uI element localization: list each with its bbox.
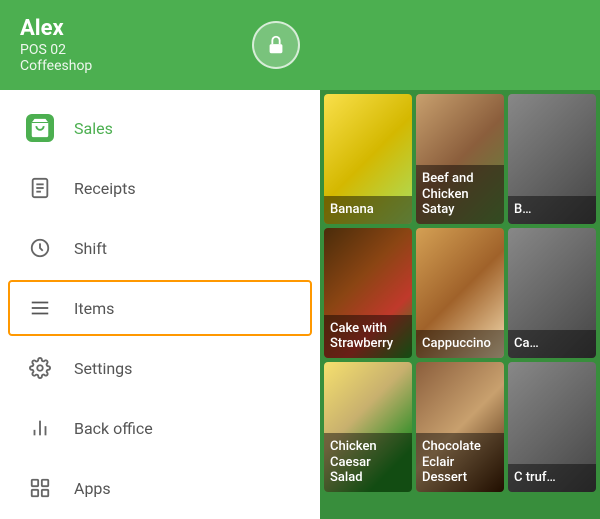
sidebar-header: Alex POS 02 Coffeeshop — [0, 0, 320, 90]
pos-id: POS 02 — [20, 42, 92, 58]
sidebar-user-info: Alex POS 02 Coffeeshop — [20, 16, 92, 74]
username: Alex — [20, 16, 92, 42]
shift-icon — [26, 234, 54, 262]
receipts-label: Receipts — [74, 179, 136, 198]
grid-item-truf[interactable]: C truf… — [508, 362, 596, 492]
items-icon — [26, 294, 54, 322]
sidebar-item-sales[interactable]: Sales — [0, 98, 320, 158]
settings-icon — [26, 354, 54, 382]
grid-item-label-ca: Ca… — [508, 330, 596, 358]
grid-item-beef-chicken-satay[interactable]: Beef and Chicken Satay — [416, 94, 504, 224]
location: Coffeeshop — [20, 58, 92, 74]
grid-item-cake-strawberry[interactable]: Cake with Strawberry — [324, 228, 412, 358]
items-label: Items — [74, 299, 114, 318]
sidebar-nav: Sales Receipts Shift — [0, 90, 320, 519]
sidebar-item-apps[interactable]: Apps — [0, 458, 320, 518]
sidebar: Alex POS 02 Coffeeshop Sales — [0, 0, 320, 519]
sidebar-item-receipts[interactable]: Receipts — [0, 158, 320, 218]
sales-icon — [26, 114, 54, 142]
grid-item-label-eclair: Chocolate Eclair Dessert — [416, 433, 504, 492]
grid-item-extra-top[interactable]: B… — [508, 94, 596, 224]
grid-item-label-banana: Banana — [324, 196, 412, 224]
sidebar-item-settings[interactable]: Settings — [0, 338, 320, 398]
main-content: Banana Beef and Chicken Satay B… Cake wi… — [320, 0, 600, 519]
top-bar — [320, 0, 600, 90]
apps-label: Apps — [74, 479, 111, 498]
grid-item-chocolate-eclair[interactable]: Chocolate Eclair Dessert — [416, 362, 504, 492]
grid-item-label-truf: C truf… — [508, 464, 596, 492]
grid-item-label-extra-top: B… — [508, 196, 596, 224]
sidebar-item-back-office[interactable]: Back office — [0, 398, 320, 458]
back-office-icon — [26, 414, 54, 442]
back-office-label: Back office — [74, 419, 153, 438]
grid-item-cappuccino[interactable]: Cappuccino — [416, 228, 504, 358]
grid-item-chicken-caesar[interactable]: Chicken Caesar Salad — [324, 362, 412, 492]
grid-item-banana[interactable]: Banana — [324, 94, 412, 224]
lock-button[interactable] — [252, 21, 300, 69]
grid-item-label-satay: Beef and Chicken Satay — [416, 165, 504, 224]
sales-label: Sales — [74, 119, 113, 138]
grid-item-label-cake: Cake with Strawberry — [324, 315, 412, 358]
settings-label: Settings — [74, 359, 132, 378]
grid-item-label-chicken: Chicken Caesar Salad — [324, 433, 412, 492]
food-grid: Banana Beef and Chicken Satay B… Cake wi… — [320, 90, 600, 496]
apps-icon — [26, 474, 54, 502]
grid-item-label-cappuccino: Cappuccino — [416, 330, 504, 358]
receipts-icon — [26, 174, 54, 202]
sidebar-item-items[interactable]: Items — [8, 280, 312, 336]
grid-item-ca[interactable]: Ca… — [508, 228, 596, 358]
sidebar-item-shift[interactable]: Shift — [0, 218, 320, 278]
shift-label: Shift — [74, 239, 107, 258]
